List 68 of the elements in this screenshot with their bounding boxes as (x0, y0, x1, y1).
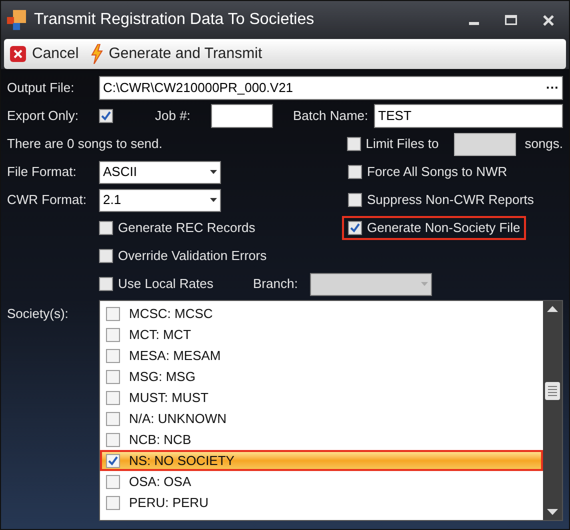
caret-icon (210, 170, 217, 174)
society-item[interactable]: OSA: OSA (100, 471, 543, 492)
checkbox[interactable] (106, 454, 120, 468)
checkbox[interactable] (106, 328, 120, 342)
society-item[interactable]: N/A: UNKNOWN (100, 408, 543, 429)
output-file-field[interactable]: C:\CWR\CW210000PR_000.V21 ··· (99, 76, 563, 100)
field-label: Branch: (253, 275, 299, 294)
job-number-field[interactable] (211, 104, 273, 128)
scroll-thumb[interactable] (545, 382, 560, 400)
checkbox[interactable] (106, 474, 120, 488)
field-label: CWR Format: (7, 191, 88, 210)
option-label: Override Validation Errors (118, 247, 267, 266)
society-item[interactable]: PERU: PERU (100, 492, 543, 513)
close-icon (10, 46, 26, 62)
society-item[interactable]: NCB: NCB (100, 429, 543, 450)
field-label: Job #: (155, 106, 192, 125)
maximize-icon[interactable] (505, 15, 517, 25)
option-label: Generate Non-Society File (367, 219, 520, 238)
batch-name-field[interactable]: TEST (374, 104, 563, 128)
checkbox[interactable] (348, 165, 362, 179)
field-label: Output File: (7, 78, 76, 97)
option-label: Use Local Rates (118, 275, 214, 294)
field-label: File Format: (7, 163, 78, 182)
checkbox[interactable] (106, 390, 120, 404)
caret-icon (210, 198, 217, 202)
checkbox[interactable] (106, 348, 120, 362)
checkbox[interactable] (99, 108, 113, 122)
option-label: Suppress Non-CWR Reports (367, 191, 534, 210)
checkbox[interactable] (106, 370, 120, 384)
checkbox[interactable] (99, 249, 113, 263)
generate-button[interactable]: Generate and Transmit (88, 41, 264, 67)
songs-message: There are 0 songs to send. (7, 135, 162, 154)
checkmark-icon (101, 110, 111, 120)
caret-icon (421, 282, 428, 286)
checkbox[interactable] (106, 306, 120, 320)
dropdown[interactable]: 2.1 (99, 188, 221, 212)
checkbox[interactable] (348, 193, 362, 207)
cancel-button[interactable]: Cancel (8, 41, 81, 67)
option-label: Limit Files to (366, 135, 439, 154)
scrollbar[interactable] (543, 301, 562, 520)
checkbox[interactable] (99, 277, 113, 291)
society-item[interactable]: NS: NO SOCIETY (100, 450, 543, 471)
field-label: Batch Name: (293, 106, 368, 125)
close-icon[interactable] (543, 14, 554, 26)
society-item[interactable]: MESA: MESAM (100, 345, 543, 366)
browse-button[interactable]: ··· (546, 78, 559, 98)
checkmark-icon (350, 223, 360, 233)
app-logo-icon (6, 9, 28, 31)
checkbox[interactable] (106, 496, 120, 510)
scroll-down-icon[interactable] (547, 509, 558, 515)
checkmark-icon (108, 456, 118, 466)
scroll-up-icon[interactable] (547, 306, 558, 312)
field-label: Society(s): (7, 305, 70, 323)
society-item[interactable]: MCT: MCT (100, 324, 543, 345)
option-label: Generate REC Records (118, 219, 256, 238)
window-title: Transmit Registration Data To Societies (34, 10, 316, 30)
society-item[interactable]: MSG: MSG (100, 366, 543, 387)
checkbox[interactable] (348, 221, 362, 235)
society-item[interactable]: MCSC: MCSC (100, 303, 543, 324)
option-label: Force All Songs to NWR (367, 163, 508, 182)
checkbox[interactable] (106, 412, 120, 426)
society-item[interactable]: MUST: MUST (100, 387, 543, 408)
option-label: songs. (524, 135, 563, 154)
lightning-icon (90, 44, 103, 64)
checkbox[interactable] (106, 432, 120, 446)
field-label: Export Only: (7, 106, 80, 125)
dropdown[interactable]: ASCII (99, 160, 221, 184)
checkbox[interactable] (99, 221, 113, 235)
